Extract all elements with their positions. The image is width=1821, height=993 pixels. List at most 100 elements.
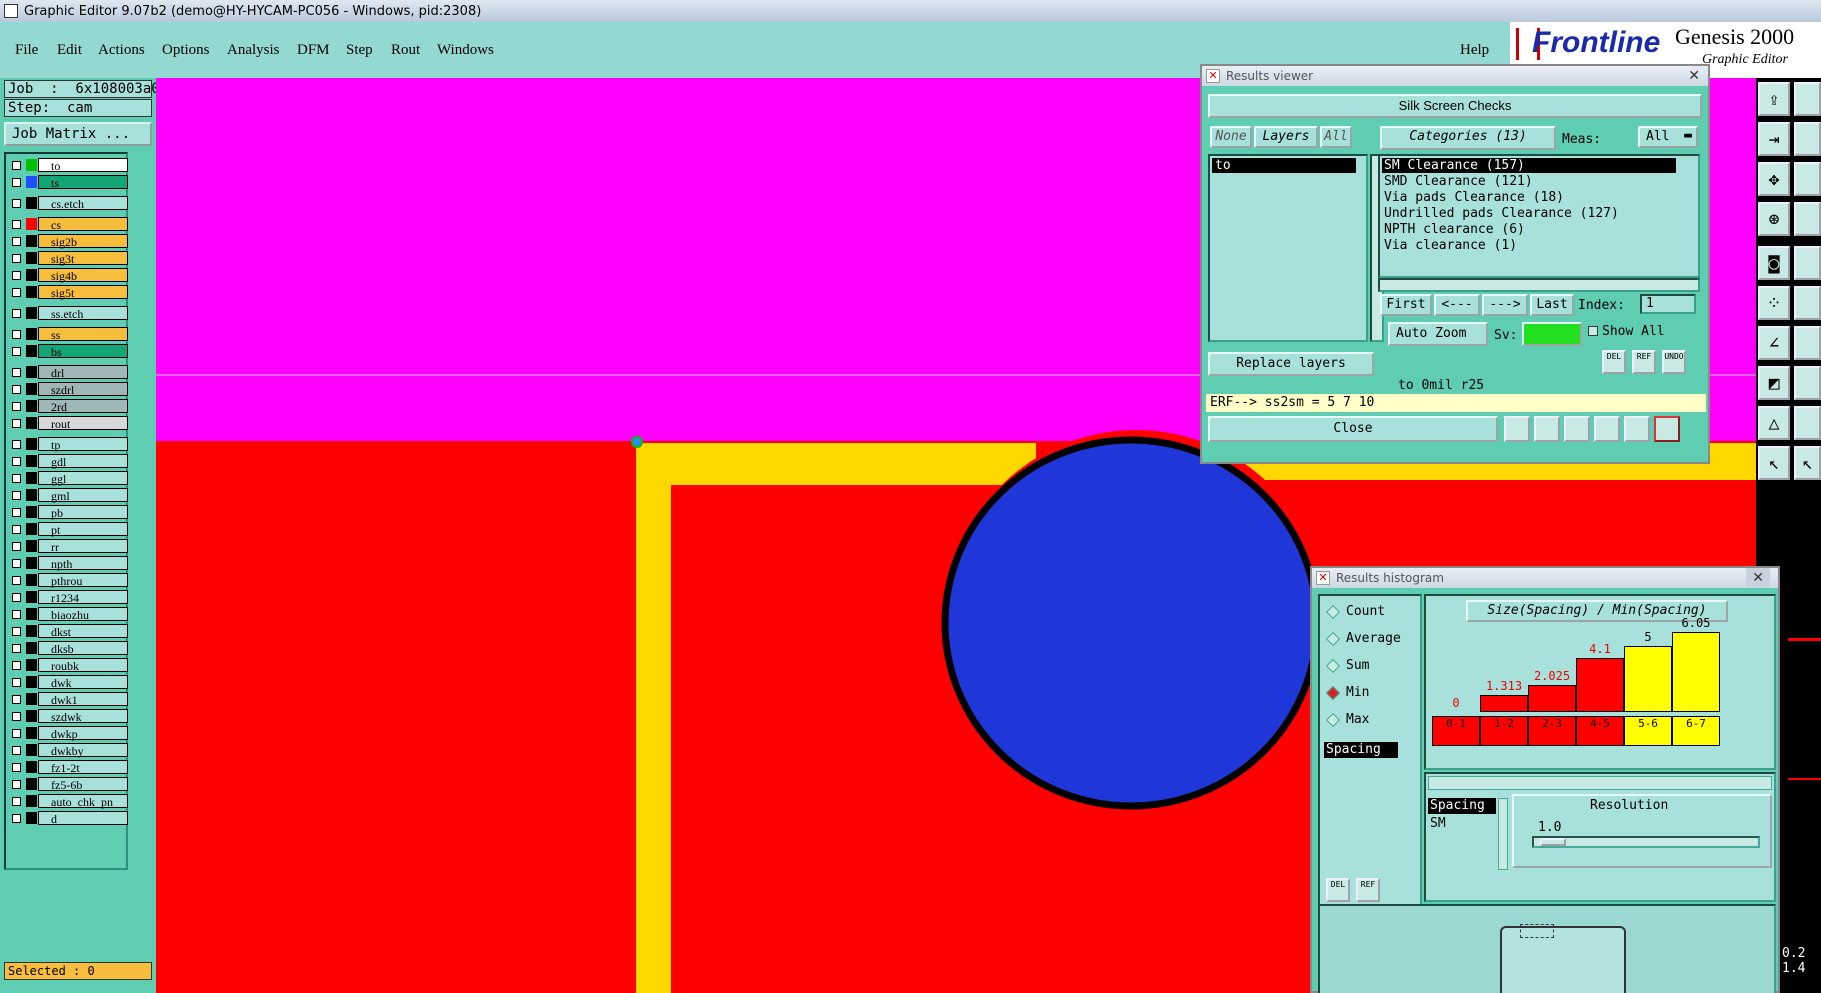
- layer-checkbox[interactable]: [12, 746, 21, 755]
- export-icon[interactable]: [1594, 416, 1620, 442]
- del-button[interactable]: DEL: [1602, 350, 1626, 374]
- layer-name[interactable]: ts: [38, 175, 128, 190]
- spacing-item[interactable]: Spacing: [1428, 798, 1496, 814]
- layer-color-swatch[interactable]: [26, 472, 37, 484]
- layer-row[interactable]: npth: [8, 556, 128, 571]
- layer-name[interactable]: bs: [38, 344, 128, 359]
- layer-color-swatch[interactable]: [26, 218, 37, 230]
- layer-name[interactable]: fz1-2t: [38, 760, 128, 775]
- layer-name[interactable]: gml: [38, 488, 128, 503]
- layer-name[interactable]: pthrou: [38, 573, 128, 588]
- layer-row[interactable]: ss: [8, 327, 128, 342]
- layer-row[interactable]: rout: [8, 416, 128, 431]
- mode-min[interactable]: Min: [1325, 685, 1369, 700]
- layers-button[interactable]: Layers: [1254, 126, 1318, 148]
- layer-row[interactable]: ss.etch: [8, 306, 128, 321]
- layer-checkbox[interactable]: [12, 474, 21, 483]
- layer-color-swatch[interactable]: [26, 235, 37, 247]
- layer-color-swatch[interactable]: [26, 608, 37, 620]
- layer-checkbox[interactable]: [12, 508, 21, 517]
- layer-row[interactable]: dwkby: [8, 743, 128, 758]
- index-input[interactable]: 1: [1640, 294, 1696, 314]
- layer-name[interactable]: d: [38, 811, 128, 826]
- layer-name[interactable]: dwkp: [38, 726, 128, 741]
- close-icon[interactable]: ✕: [1746, 568, 1770, 588]
- layer-checkbox[interactable]: [12, 161, 21, 170]
- menu-dfm[interactable]: DFM: [297, 42, 330, 59]
- layer-name[interactable]: cs: [38, 217, 128, 232]
- layer-row[interactable]: drl: [8, 365, 128, 380]
- layer-checkbox[interactable]: [12, 368, 21, 377]
- line-icon[interactable]: ∠: [1758, 326, 1790, 360]
- layer-row[interactable]: dwk1: [8, 692, 128, 707]
- layer-row[interactable]: sig4b: [8, 268, 128, 283]
- category-item[interactable]: SMD Clearance (121): [1382, 174, 1676, 189]
- layer-color-swatch[interactable]: [26, 574, 37, 586]
- tool-icon[interactable]: [1794, 286, 1821, 320]
- layer-row[interactable]: ts: [8, 175, 128, 190]
- layer-color-swatch[interactable]: [26, 693, 37, 705]
- close-icon[interactable]: ✕: [1688, 66, 1700, 86]
- layer-color-swatch[interactable]: [26, 744, 37, 756]
- layer-checkbox[interactable]: [12, 220, 21, 229]
- mode-count[interactable]: Count: [1325, 604, 1385, 619]
- layer-name[interactable]: roubk: [38, 658, 128, 673]
- histogram-bin-label[interactable]: 4-5: [1576, 716, 1624, 746]
- menu-analysis[interactable]: Analysis: [227, 42, 280, 59]
- layer-row[interactable]: dksb: [8, 641, 128, 656]
- layer-name[interactable]: 2rd: [38, 399, 128, 414]
- layer-row[interactable]: pt: [8, 522, 128, 537]
- spacing-list-scrollbar[interactable]: [1498, 798, 1508, 870]
- layer-name[interactable]: dwk: [38, 675, 128, 690]
- layer-checkbox[interactable]: [12, 271, 21, 280]
- tool-icon[interactable]: [1794, 202, 1821, 236]
- layer-row[interactable]: sig3t: [8, 251, 128, 266]
- layer-checkbox[interactable]: [12, 780, 21, 789]
- mode-sum[interactable]: Sum: [1325, 658, 1369, 673]
- menu-actions[interactable]: Actions: [98, 42, 145, 59]
- layer-row[interactable]: 2rd: [8, 399, 128, 414]
- histogram-bar[interactable]: [1672, 632, 1720, 712]
- category-list[interactable]: SM Clearance (157) SMD Clearance (121) V…: [1378, 154, 1700, 278]
- resolution-slider[interactable]: [1532, 836, 1760, 848]
- layer-checkbox[interactable]: [12, 627, 21, 636]
- layer-color-swatch[interactable]: [26, 345, 37, 357]
- pointer-icon[interactable]: ↖: [1794, 446, 1821, 480]
- layer-checkbox[interactable]: [12, 610, 21, 619]
- histogram-bars-icon[interactable]: [1504, 416, 1530, 442]
- layer-checkbox[interactable]: [12, 330, 21, 339]
- layer-color-swatch[interactable]: [26, 812, 37, 824]
- layer-checkbox[interactable]: [12, 661, 21, 670]
- histogram-bin-label[interactable]: 5-6: [1624, 716, 1672, 746]
- pointer-icon[interactable]: ↖: [1758, 446, 1790, 480]
- tool-icon[interactable]: [1794, 246, 1821, 280]
- menu-file[interactable]: File: [15, 42, 38, 59]
- layer-checkbox[interactable]: [12, 559, 21, 568]
- next-button[interactable]: --->: [1482, 294, 1528, 316]
- layer-name[interactable]: szdwk: [38, 709, 128, 724]
- layer-row[interactable]: pb: [8, 505, 128, 520]
- layer-color-swatch[interactable]: [26, 252, 37, 264]
- layer-name[interactable]: dwkby: [38, 743, 128, 758]
- layer-color-swatch[interactable]: [26, 625, 37, 637]
- layer-name[interactable]: sig2b: [38, 234, 128, 249]
- layer-color-swatch[interactable]: [26, 417, 37, 429]
- layer-row[interactable]: to: [8, 158, 128, 173]
- layer-row[interactable]: gdl: [8, 454, 128, 469]
- layer-checkbox[interactable]: [12, 419, 21, 428]
- layer-name[interactable]: dkst: [38, 624, 128, 639]
- layer-color-swatch[interactable]: [26, 659, 37, 671]
- sv-color-dropdown[interactable]: [1522, 322, 1582, 346]
- ref-button[interactable]: REF: [1632, 350, 1656, 374]
- layer-row[interactable]: ggl: [8, 471, 128, 486]
- slider-thumb[interactable]: [1540, 838, 1566, 846]
- none-button[interactable]: None: [1210, 126, 1252, 148]
- layer-color-swatch[interactable]: [26, 176, 37, 188]
- layer-checkbox[interactable]: [12, 712, 21, 721]
- layer-color-swatch[interactable]: [26, 438, 37, 450]
- menu-windows[interactable]: Windows: [437, 42, 494, 59]
- tool-icon[interactable]: [1794, 326, 1821, 360]
- histogram-bin-label[interactable]: 1-2: [1480, 716, 1528, 746]
- layer-checkbox[interactable]: [12, 457, 21, 466]
- menu-step[interactable]: Step: [346, 42, 373, 59]
